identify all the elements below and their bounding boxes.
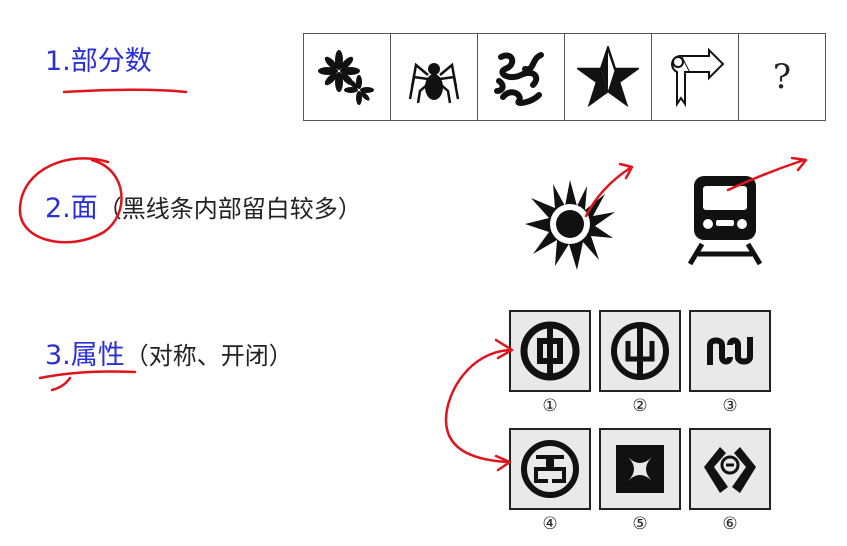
underline-section-3 bbox=[38, 370, 137, 392]
annotation-layer bbox=[18, 88, 808, 472]
arrow-sun bbox=[584, 162, 634, 218]
underline-section-1 bbox=[62, 88, 188, 94]
circle-section-2 bbox=[18, 157, 123, 244]
arrow-train bbox=[726, 156, 808, 192]
arrow-logo-pair bbox=[444, 338, 514, 472]
